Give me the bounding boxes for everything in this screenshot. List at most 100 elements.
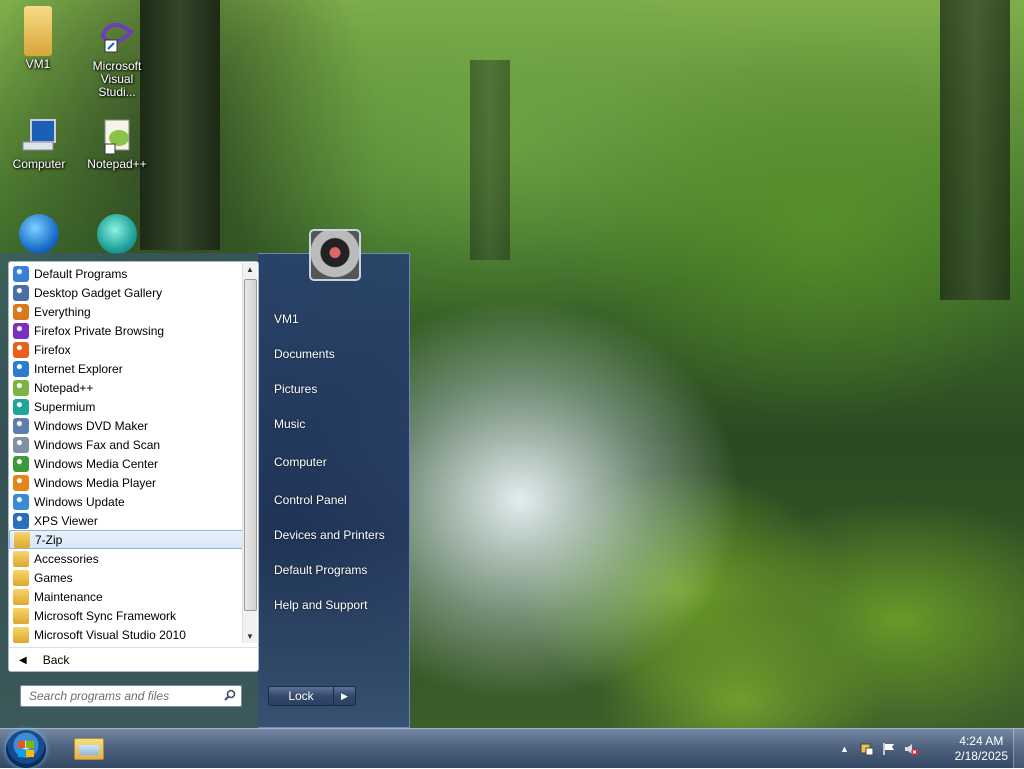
firefox-private-icon [13, 322, 29, 339]
program-label: Microsoft Sync Framework [34, 608, 177, 623]
default-programs-icon [13, 265, 29, 282]
desktop-icon-user[interactable]: VM1 [3, 6, 73, 71]
program-label: Microsoft Visual Studio 2010 [34, 627, 186, 642]
desktop-icon-label: Microsoft Visual Studi... [92, 59, 142, 99]
internet-explorer-icon [13, 360, 29, 377]
media-center-icon [13, 455, 29, 472]
help-support-link[interactable]: Help and Support [274, 598, 367, 612]
windows-logo-icon [18, 741, 34, 757]
desktop-icon-notepad-plus-plus[interactable]: Notepad++ [82, 116, 152, 171]
back-arrow-icon: ◀ [19, 654, 27, 666]
program-item-windows-dvd-maker[interactable]: Windows DVD Maker [9, 416, 245, 435]
firefox-icon [13, 341, 29, 358]
action-center-icon[interactable] [860, 742, 874, 756]
taskbar: ▲ 4:24 AM 2/18/2025 [0, 728, 1024, 769]
windows-explorer-icon [74, 738, 104, 760]
clock-time: 4:24 AM [959, 734, 1004, 748]
fax-scan-icon [13, 436, 29, 453]
program-label: Windows Media Center [34, 456, 159, 471]
supermium-icon [13, 398, 29, 415]
program-item-default-programs[interactable]: Default Programs [9, 264, 245, 283]
back-button[interactable]: ◀ Back [9, 647, 259, 672]
default-programs-link[interactable]: Default Programs [274, 563, 367, 577]
show-desktop-button[interactable] [1013, 729, 1024, 769]
desktop-icon-label: Computer [12, 157, 66, 171]
folder-icon [13, 607, 29, 624]
taskbar-windows-explorer[interactable] [66, 731, 112, 767]
user-folder-link[interactable]: VM1 [274, 312, 299, 326]
program-item-firefox[interactable]: Firefox [9, 340, 245, 359]
program-label: XPS Viewer [34, 513, 98, 528]
show-hidden-icons-arrow[interactable]: ▲ [840, 742, 854, 756]
desktop-icon-network[interactable] [4, 214, 74, 256]
xps-viewer-icon [13, 512, 29, 529]
program-item-everything[interactable]: Everything [9, 302, 245, 321]
scroll-up-arrow[interactable]: ▲ [246, 265, 254, 274]
scroll-down-arrow[interactable]: ▼ [246, 632, 254, 641]
search-icon[interactable] [224, 689, 236, 701]
desktop-icon-label: Notepad++ [87, 157, 147, 171]
program-item-windows-update[interactable]: Windows Update [9, 492, 245, 511]
pictures-link[interactable]: Pictures [274, 382, 317, 396]
tree-trunk [470, 60, 510, 260]
desktop-icon-supermium[interactable] [82, 214, 152, 256]
program-item-supermium[interactable]: Supermium [9, 397, 245, 416]
program-item-games[interactable]: Games [9, 568, 245, 587]
program-item-windows-media-center[interactable]: Windows Media Center [9, 454, 245, 473]
program-label: 7-Zip [35, 532, 63, 547]
music-link[interactable]: Music [274, 417, 305, 431]
scrollbar-thumb[interactable] [244, 279, 257, 611]
program-item-7-zip[interactable]: 7-Zip [9, 530, 245, 549]
lock-button[interactable]: Lock [268, 686, 334, 706]
desktop-icon-visual-studio[interactable]: Microsoft Visual Studi... [82, 18, 152, 99]
user-account-picture[interactable] [309, 229, 361, 281]
program-label: Everything [34, 304, 91, 319]
program-item-desktop-gadget-gallery[interactable]: Desktop Gadget Gallery [9, 283, 245, 302]
program-label: Windows Fax and Scan [34, 437, 161, 452]
program-label: Notepad++ [34, 380, 94, 395]
control-panel-link[interactable]: Control Panel [274, 493, 347, 507]
program-item-windows-media-player[interactable]: Windows Media Player [9, 473, 245, 492]
folder-icon [14, 531, 30, 548]
program-item-internet-explorer[interactable]: Internet Explorer [9, 359, 245, 378]
start-menu: Default Programs Desktop Gadget Gallery Ev… [0, 229, 410, 728]
folder-icon [13, 588, 29, 605]
program-item-microsoft-sync-framework[interactable]: Microsoft Sync Framework [9, 606, 245, 625]
shutdown-options-arrow[interactable]: ▶ [334, 686, 356, 706]
program-item-firefox-private-browsing[interactable]: Firefox Private Browsing [9, 321, 245, 340]
program-label: Games [34, 570, 73, 585]
documents-link[interactable]: Documents [274, 347, 335, 361]
program-item-microsoft-visual-studio-2010[interactable]: Microsoft Visual Studio 2010 [9, 625, 245, 644]
windows-update-icon [13, 493, 29, 510]
notification-area: ▲ 4:24 AM 2/18/2025 [834, 729, 1024, 769]
notepad-plus-plus-icon [97, 116, 137, 156]
clock-date: 2/18/2025 [954, 749, 1008, 763]
user-folder-icon [24, 6, 52, 56]
program-label: Supermium [34, 399, 96, 414]
back-label: Back [42, 653, 70, 667]
system-clock[interactable]: 4:24 AM 2/18/2025 [955, 734, 1008, 764]
program-label: Windows Update [34, 494, 125, 509]
notepad-plus-plus-icon [13, 379, 29, 396]
program-label: Maintenance [34, 589, 103, 604]
program-label: Windows DVD Maker [34, 418, 149, 433]
computer-link[interactable]: Computer [274, 455, 327, 469]
volume-muted-icon[interactable] [904, 742, 918, 756]
program-item-xps-viewer[interactable]: XPS Viewer [9, 511, 245, 530]
start-button[interactable] [6, 730, 46, 768]
program-list: Default Programs Desktop Gadget Gallery Ev… [9, 264, 245, 644]
desktop-icon-computer[interactable]: Computer [4, 116, 74, 171]
flag-icon[interactable] [882, 742, 896, 756]
start-search-input[interactable]: Search programs and files [20, 685, 242, 707]
program-label: Windows Media Player [34, 475, 157, 490]
program-item-maintenance[interactable]: Maintenance [9, 587, 245, 606]
folder-icon [13, 550, 29, 567]
program-list-scrollbar[interactable]: ▲ ▼ [242, 263, 257, 643]
folder-icon [13, 626, 29, 643]
program-item-accessories[interactable]: Accessories [9, 549, 245, 568]
program-item-windows-fax-and-scan[interactable]: Windows Fax and Scan [9, 435, 245, 454]
program-label: Internet Explorer [34, 361, 123, 376]
program-label: Accessories [34, 551, 99, 566]
devices-printers-link[interactable]: Devices and Printers [274, 528, 385, 542]
program-item-notepad-[interactable]: Notepad++ [9, 378, 245, 397]
